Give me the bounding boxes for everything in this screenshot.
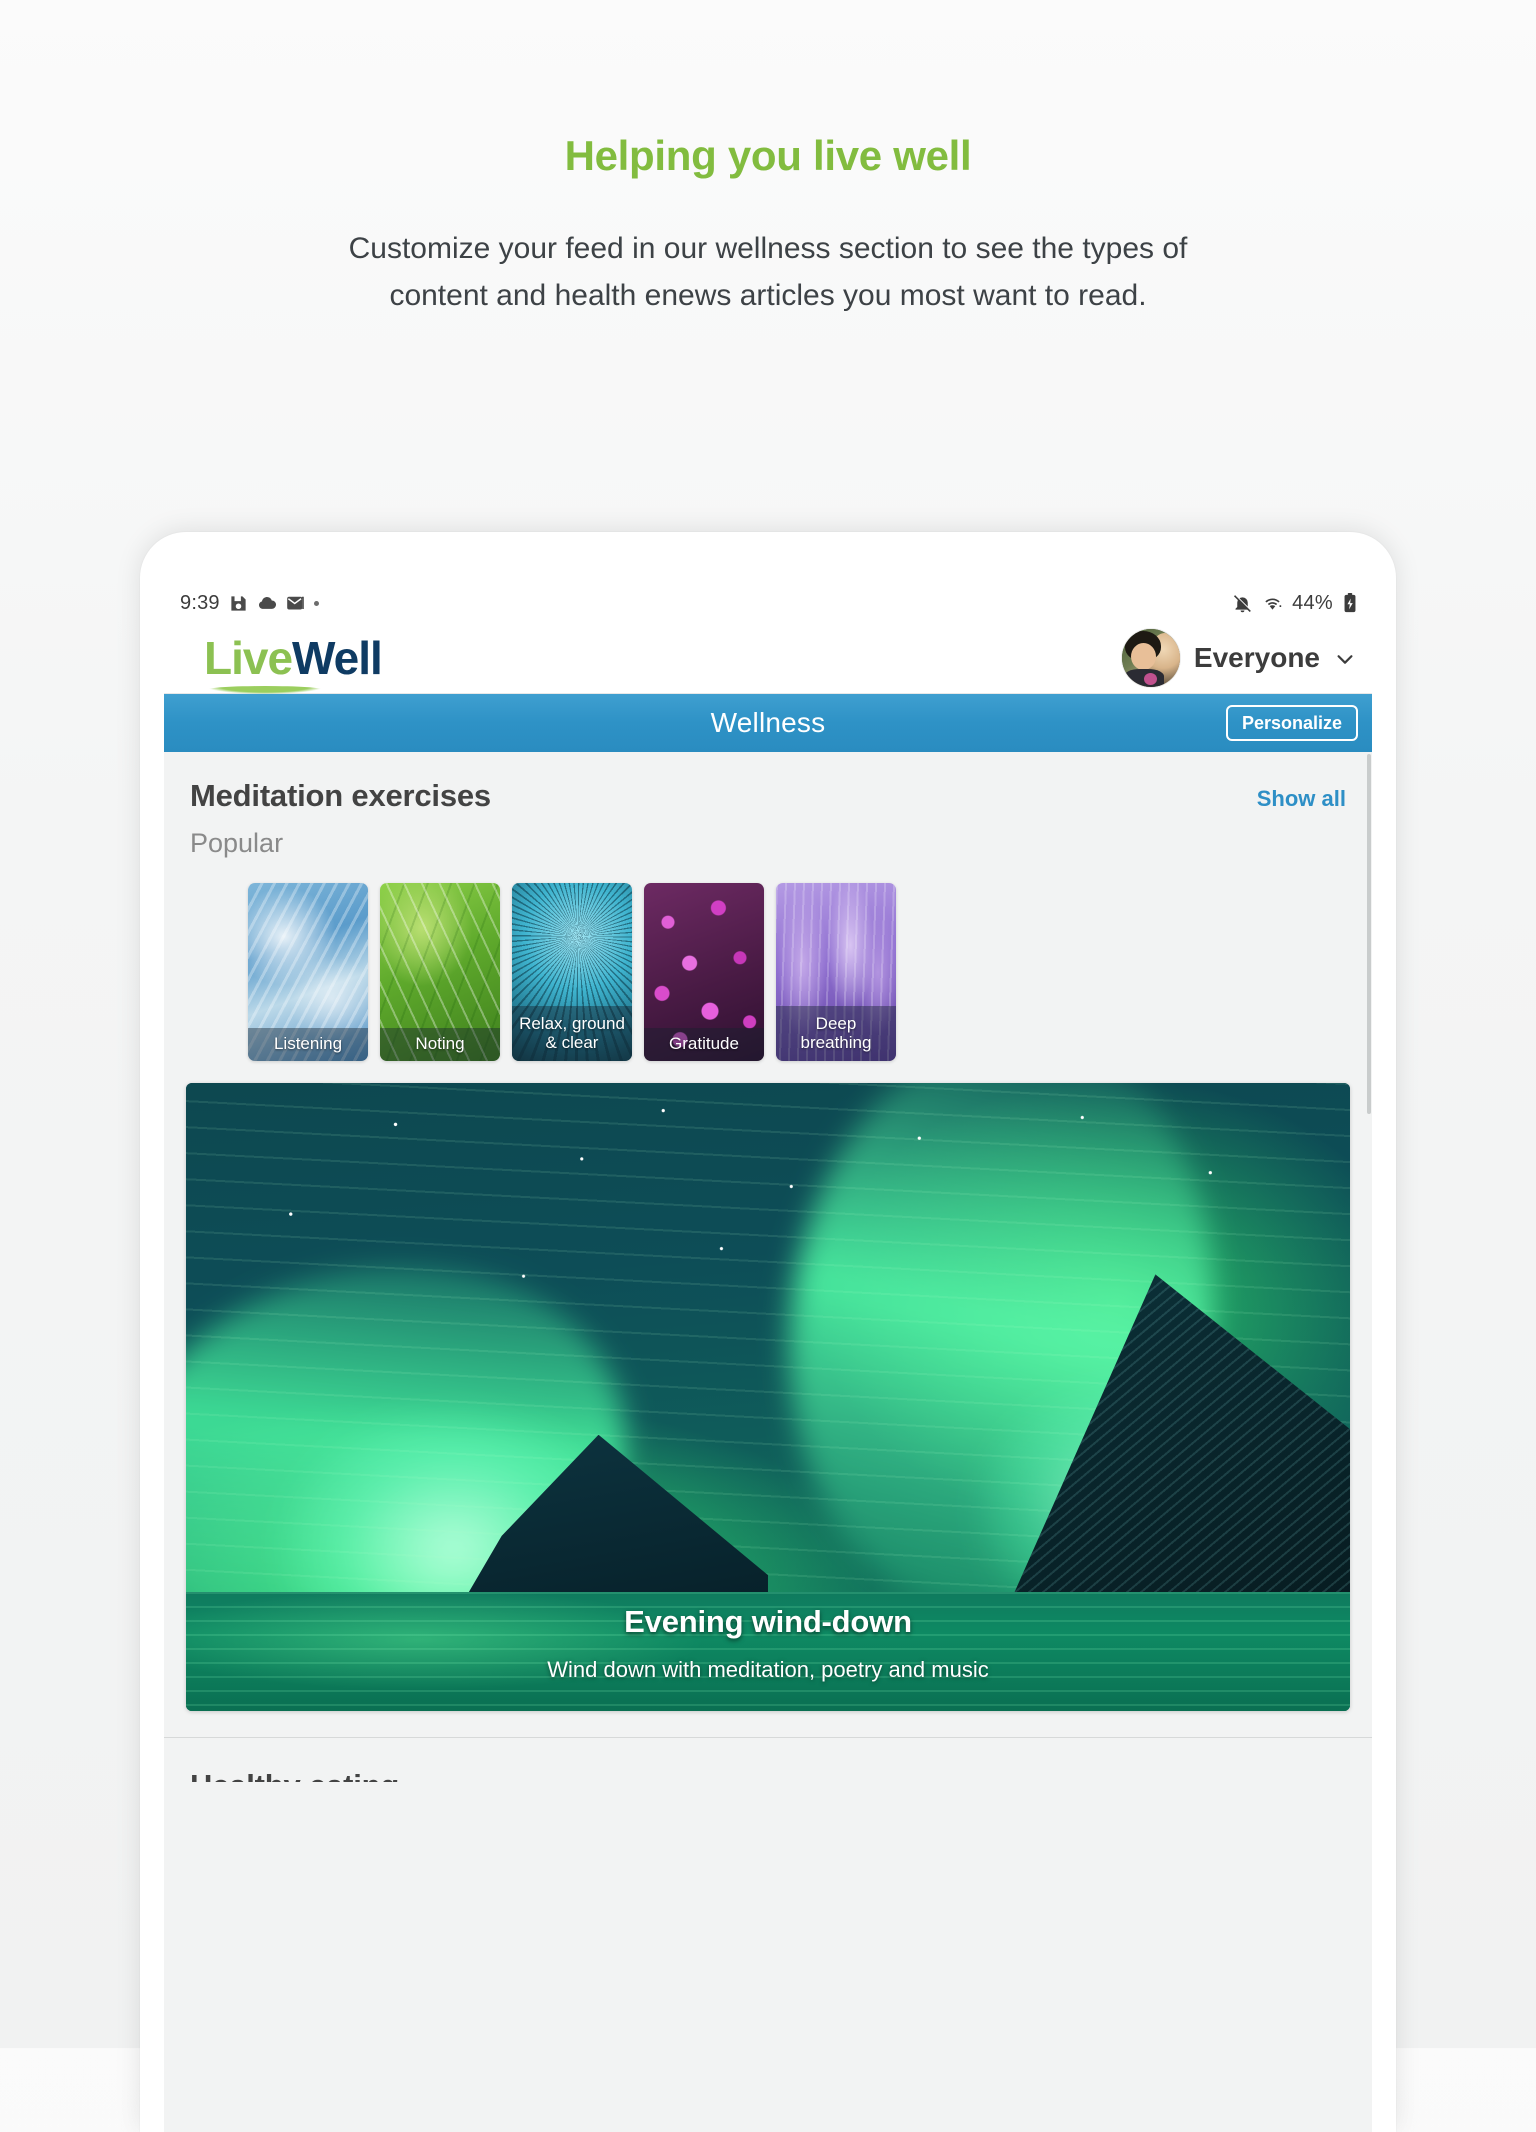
card-label: Relax, ground & clear	[512, 1005, 632, 1061]
avatar	[1121, 628, 1180, 687]
promo-header: Helping you live well Customize your fee…	[0, 0, 1536, 320]
evening-wind-down-card[interactable]: Evening wind-down Wind down with meditat…	[186, 1083, 1350, 1711]
wellness-title: Wellness	[710, 707, 826, 738]
wellness-bar: Wellness Personalize	[164, 694, 1372, 752]
page-title: Helping you live well	[564, 132, 972, 179]
hero-caption: Evening wind-down Wind down with meditat…	[186, 1604, 1350, 1683]
section-title: Meditation exercises	[190, 778, 491, 813]
card-label: Listening	[248, 1028, 368, 1061]
email-icon	[286, 594, 305, 613]
logo-live-text: Live	[204, 631, 293, 684]
dot-icon	[313, 600, 319, 606]
profile-name: Everyone	[1193, 641, 1320, 673]
personalize-button[interactable]: Personalize	[1225, 705, 1358, 741]
chevron-down-icon[interactable]	[1334, 648, 1354, 668]
cloud-icon	[257, 593, 277, 613]
card-label: Gratitude	[644, 1028, 764, 1061]
scrollbar[interactable]	[1367, 754, 1371, 1114]
hero-title: Evening wind-down	[624, 1604, 912, 1639]
mute-bell-icon	[1232, 593, 1253, 614]
show-all-link[interactable]: Show all	[1257, 786, 1346, 812]
status-bar: 9:39 44%	[164, 584, 1372, 622]
save-icon	[229, 594, 248, 613]
logo-swoosh-icon	[206, 685, 324, 694]
meditation-card[interactable]: Noting	[380, 883, 500, 1061]
meditation-card[interactable]: Listening	[248, 883, 368, 1061]
hero-wrapper: Evening wind-down Wind down with meditat…	[164, 1061, 1372, 1711]
device-screen: 9:39 44% Live Well Everyone Wellness Per…	[164, 584, 1372, 2132]
meditation-card-list: Listening Noting Relax, ground & clear G…	[164, 859, 1372, 1061]
card-label: Deep breathing	[776, 1005, 896, 1061]
card-label: Noting	[380, 1028, 500, 1061]
meditation-card[interactable]: Gratitude	[644, 883, 764, 1061]
promo-description: Customize your feed in our wellness sect…	[348, 232, 1188, 312]
hero-subtitle: Wind down with meditation, poetry and mu…	[547, 1657, 989, 1682]
battery-charging-icon	[1342, 593, 1358, 613]
profile-selector[interactable]: Everyone	[1121, 628, 1354, 687]
device-mockup: 9:39 44% Live Well Everyone Wellness Per…	[140, 532, 1396, 2132]
battery-percent: 44%	[1292, 591, 1333, 614]
logo-well-text: Well	[292, 631, 383, 684]
app-header: Live Well Everyone	[164, 622, 1372, 694]
wifi-icon	[1262, 593, 1283, 614]
status-time: 9:39	[180, 591, 220, 614]
next-section-title: Healthy eating	[190, 1768, 1346, 1782]
section-subheading: Popular	[190, 828, 284, 858]
livewell-logo[interactable]: Live Well	[204, 631, 383, 694]
meditation-card[interactable]: Relax, ground & clear	[512, 883, 632, 1061]
meditation-section-header: Meditation exercises Show all	[164, 752, 1372, 814]
next-section: Healthy eating	[164, 1738, 1372, 1782]
meditation-card[interactable]: Deep breathing	[776, 883, 896, 1061]
content-area: Meditation exercises Show all Popular Li…	[164, 752, 1372, 1782]
